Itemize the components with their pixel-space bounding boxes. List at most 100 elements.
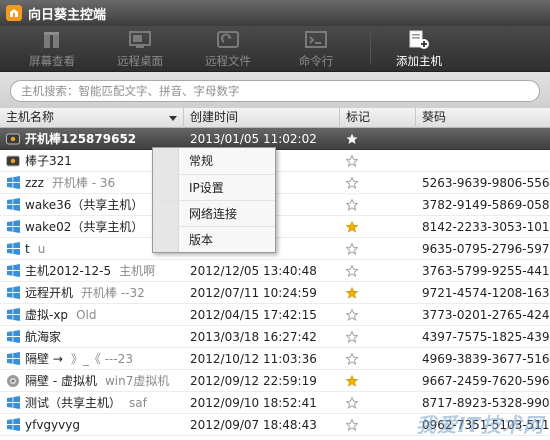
windows-icon (6, 176, 20, 190)
host-name: 远程开机 (25, 285, 74, 300)
windows-icon (6, 418, 20, 432)
toolbar-divider (370, 33, 371, 65)
menu-item-ip-settings[interactable]: IP设置 (153, 174, 275, 200)
windows-icon (6, 330, 20, 344)
table-row[interactable]: 隔壁 → 》_《 ---23 2012/10/12 11:03:36 4969-383… (0, 348, 550, 370)
star-outline-icon[interactable] (346, 330, 358, 343)
table-row[interactable]: 航海家 2013/03/18 16:27:42 4397-7575-1825-439… (0, 326, 550, 348)
windows-icon (6, 242, 20, 256)
host-name: yfvgyvyg (25, 417, 80, 432)
windows-icon (6, 264, 20, 278)
host-name: wake02（共享主机） (25, 219, 144, 234)
mark-cell (340, 348, 416, 370)
host-name: 航海家 (25, 329, 62, 344)
sunflower-code-cell: 4397-7575-1825-4399- (422, 329, 550, 344)
table-row[interactable]: 虚拟-xp Old 2012/04/15 17:42:15 3773-0201-276… (0, 304, 550, 326)
sunflower-code-cell: 9635-0795-2796-5979- (422, 241, 550, 256)
star-filled-icon[interactable] (346, 374, 358, 387)
host-name: 虚拟-xp (25, 307, 69, 322)
created-time-cell: 2013/03/18 16:27:42 (190, 329, 317, 344)
created-time-cell: 2012/09/10 18:52:41 (190, 395, 317, 410)
sunflower-code-cell (416, 150, 550, 172)
sunflower-code-cell: 9667-2459-7620-5962- (422, 373, 550, 388)
power-stick-icon (6, 154, 20, 168)
power-stick-icon (6, 132, 20, 146)
table-row[interactable]: 主机2012-12-5 主机啊 2012/12/05 13:40:48 3763-57… (0, 260, 550, 282)
host-name: t (25, 241, 30, 256)
column-header-created-time[interactable]: 创建时间 (184, 108, 340, 128)
star-filled-icon[interactable] (346, 220, 358, 233)
sunflower-code-cell: 8142-2233-3053-1019- (422, 219, 550, 234)
host-name: 棒子321 (25, 153, 72, 168)
remote-file-button[interactable]: 远程文件 (184, 26, 272, 72)
sunflower-code-cell (416, 128, 550, 150)
table-row[interactable]: 隔壁 - 虚拟机 win7虚拟机 2012/09/12 22:59:19 9667-2… (0, 370, 550, 392)
host-name-cell: 隔壁 → 》_《 ---23 (0, 348, 184, 370)
mark-cell (340, 238, 416, 260)
host-name-cell: 虚拟-xp Old (0, 304, 184, 326)
host-name-cell: 航海家 (0, 326, 184, 348)
windows-icon (6, 220, 20, 234)
mark-cell (340, 414, 416, 436)
sunflower-icon (6, 374, 20, 388)
menu-item-network-connection[interactable]: 网络连接 (153, 200, 275, 226)
search-bar (0, 72, 550, 108)
created-time-cell: 2012/07/11 10:24:59 (190, 285, 317, 300)
star-outline-icon[interactable] (346, 352, 358, 365)
host-name: wake36（共享主机） (25, 197, 144, 212)
windows-icon (6, 396, 20, 410)
command-line-icon (303, 29, 329, 51)
host-note: win7虚拟机 (104, 373, 170, 388)
column-header-sunflower-code[interactable]: 葵码 (416, 108, 550, 128)
mark-cell (340, 150, 416, 172)
star-outline-icon[interactable] (346, 176, 358, 189)
host-name: zzz (25, 175, 44, 190)
host-search-input[interactable] (10, 80, 540, 102)
host-note: 主机啊 (119, 263, 156, 278)
host-name: 测试（共享主机） (25, 395, 122, 410)
star-filled-icon[interactable] (346, 286, 358, 299)
host-note: 》_《 ---23 (70, 351, 133, 366)
star-outline-icon[interactable] (346, 396, 358, 409)
add-host-button[interactable]: 添加主机 (375, 26, 463, 72)
host-note: Old (76, 307, 97, 322)
host-name-cell: yfvgyvyg (0, 414, 184, 436)
star-outline-icon[interactable] (346, 264, 358, 277)
windows-icon (6, 286, 20, 300)
column-header-host-name[interactable]: 主机名称 (0, 108, 184, 128)
command-line-button[interactable]: 命令行 (272, 26, 360, 72)
created-time-cell: 2012/09/07 18:48:43 (190, 417, 317, 432)
watermark-text: 我爱IT技术网 (415, 413, 544, 437)
mark-cell (340, 128, 416, 150)
mark-cell (340, 392, 416, 414)
context-menu: 常规 IP设置 网络连接 版本 (152, 147, 276, 253)
watermark: 我爱IT技术网 (416, 409, 544, 438)
menu-item-version[interactable]: 版本 (153, 226, 275, 252)
mark-cell (340, 304, 416, 326)
star-outline-icon[interactable] (346, 308, 358, 321)
remote-file-icon (215, 29, 241, 51)
mark-cell (340, 260, 416, 282)
table-row[interactable]: 远程开机 开机棒 --32 2012/07/11 10:24:59 9721-4574… (0, 282, 550, 304)
sunflower-code-cell: 4969-3839-3677-5169- (422, 351, 550, 366)
toolbar: 屏幕查看 远程桌面 远程文件 命令行 添加主机 (0, 26, 550, 72)
host-name: 隔壁 - 虚拟机 (25, 373, 97, 388)
mark-cell (340, 370, 416, 392)
screen-view-button[interactable]: 屏幕查看 (8, 26, 96, 72)
menu-item-general[interactable]: 常规 (153, 148, 275, 174)
star-outline-icon[interactable] (346, 198, 358, 211)
star-outline-icon[interactable] (346, 242, 358, 255)
sunflower-code-cell: 3763-5799-9255-4416- (422, 263, 550, 278)
created-time-cell: 2012/10/12 11:03:36 (190, 351, 317, 366)
windows-icon (6, 352, 20, 366)
star-outline-icon[interactable] (346, 154, 358, 167)
mark-cell (340, 282, 416, 304)
star-outline-icon[interactable] (346, 418, 358, 431)
host-name-cell: 主机2012-12-5 主机啊 (0, 260, 184, 282)
star-filled-icon[interactable] (346, 133, 358, 145)
remote-desktop-button[interactable]: 远程桌面 (96, 26, 184, 72)
windows-icon (6, 308, 20, 322)
column-header-mark[interactable]: 标记 (340, 108, 416, 128)
sunflower-code-cell: 9721-4574-1208-1631- (422, 285, 550, 300)
host-name: 主机2012-12-5 (25, 263, 112, 278)
